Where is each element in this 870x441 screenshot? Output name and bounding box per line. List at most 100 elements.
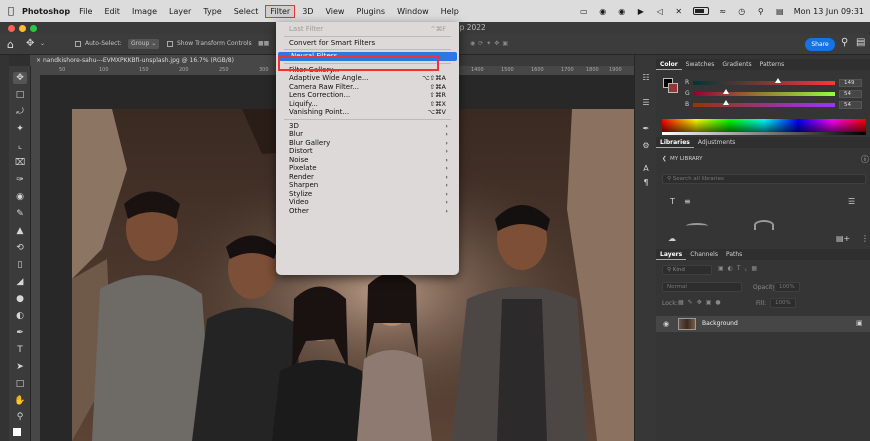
green-value-field[interactable]: 54 (839, 90, 862, 98)
brush-tool-icon[interactable]: ✎ (13, 208, 27, 220)
tab-color[interactable]: Color (656, 59, 682, 70)
auto-select-group-dropdown[interactable]: Group ⌄ (128, 39, 160, 49)
menu-file[interactable]: File (79, 7, 92, 16)
tab-channels[interactable]: Channels (686, 249, 722, 260)
menu-filter[interactable]: Filter (265, 4, 296, 18)
background-swatch[interactable] (668, 83, 678, 93)
apple-icon[interactable]:  (0, 6, 22, 17)
menu-layer[interactable]: Layer (169, 7, 191, 16)
lock-icon[interactable]: ▣ (856, 319, 863, 327)
tool-preset-chevron-icon[interactable]: ⌄ (40, 40, 45, 47)
blue-slider-knob[interactable] (722, 100, 729, 105)
bluetooth-icon[interactable]: ✕ (674, 6, 684, 16)
filter-menu-item-convert-for-smart-filters[interactable]: Convert for Smart Filters (276, 39, 459, 48)
layer-row-background[interactable]: ◉ Background ▣ (656, 316, 870, 332)
layer-name[interactable]: Background (702, 320, 738, 327)
library-view-icon[interactable]: ≡ (684, 197, 691, 206)
magic-wand-tool-icon[interactable]: ✦ (13, 123, 27, 135)
document-tab[interactable]: × nandkishore-sahu---EVMXPKKBfI-unsplash… (30, 55, 280, 66)
tab-swatches[interactable]: Swatches (682, 59, 719, 70)
blur-tool-icon[interactable]: ● (13, 293, 27, 305)
library-item-thumb[interactable] (686, 223, 708, 229)
tab-adjustments[interactable]: Adjustments (694, 137, 740, 148)
tab-patterns[interactable]: Patterns (756, 59, 789, 70)
record-icon[interactable]: ◉ (617, 6, 627, 16)
close-window-button[interactable] (8, 25, 15, 32)
foreground-color-swatch[interactable] (13, 428, 21, 436)
wifi-icon[interactable]: ≈ (718, 6, 728, 16)
filter-menu-item-last-filter[interactable]: Last Filter ^⌘F (276, 25, 459, 34)
search-icon[interactable]: ⚲ (841, 37, 848, 48)
move-tool-icon[interactable]: ✥ (26, 38, 34, 49)
filter-menu-item-vanishing-point[interactable]: Vanishing Point... ⌥⌘V (276, 108, 459, 117)
tab-layers[interactable]: Layers (656, 249, 687, 260)
frame-tool-icon[interactable]: ⌧ (13, 157, 27, 169)
clock-icon[interactable]: ◷ (737, 6, 747, 16)
library-item-thumb[interactable] (754, 220, 774, 230)
layer-kind-filter[interactable]: ⚲ Kind (662, 265, 712, 275)
battery-icon[interactable] (692, 7, 709, 15)
rectangle-tool-icon[interactable]: □ (13, 378, 27, 390)
show-transform-checkbox[interactable] (167, 41, 173, 47)
gradient-tool-icon[interactable]: ◢ (13, 276, 27, 288)
volume-icon[interactable]: ◁ (655, 6, 665, 16)
menu-help[interactable]: Help (441, 7, 459, 16)
path-selection-tool-icon[interactable]: ➤ (13, 361, 27, 373)
info-icon[interactable]: ⓘ (861, 154, 869, 165)
lasso-tool-icon[interactable]: ⤾ (13, 106, 27, 118)
add-library-icon[interactable]: ▤+ (836, 234, 850, 243)
clock-text[interactable]: Mon 13 Jun 09:31 (794, 7, 864, 16)
menu-plugins[interactable]: Plugins (356, 7, 385, 16)
brush-panel-icon[interactable]: ✒ (640, 123, 652, 135)
list-view-icon[interactable]: ☰ (848, 197, 855, 206)
filter-menu-item-other[interactable]: Other › (276, 207, 459, 216)
red-slider-knob[interactable] (775, 78, 782, 83)
clone-stamp-tool-icon[interactable]: ▲ (13, 225, 27, 237)
3d-mode-icons[interactable]: ◉⟳✦✥▣ (470, 40, 511, 47)
green-slider-knob[interactable] (722, 89, 729, 94)
play-icon[interactable]: ▶ (636, 6, 646, 16)
color-spectrum-ramp[interactable] (662, 119, 866, 132)
text-filter-icon[interactable]: T (670, 197, 675, 206)
search-icon[interactable]: ⚲ (756, 6, 766, 16)
grayscale-ramp[interactable] (662, 132, 866, 135)
workspace-icon[interactable]: ▤ (856, 37, 865, 48)
opacity-field[interactable]: 100% (774, 282, 800, 292)
history-panel-icon[interactable]: ☷ (640, 72, 652, 84)
menu-select[interactable]: Select (234, 7, 259, 16)
properties-panel-icon[interactable]: ☰ (640, 97, 652, 109)
blue-value-field[interactable]: 54 (839, 101, 862, 109)
fill-field[interactable]: 100% (770, 298, 796, 308)
menu-type[interactable]: Type (203, 7, 221, 16)
share-button[interactable]: Share (805, 38, 835, 51)
creative-cloud-icon[interactable]: ◉ (598, 6, 608, 16)
paragraph-panel-icon[interactable]: ¶ (640, 177, 652, 189)
red-slider[interactable] (693, 78, 835, 85)
menu-view[interactable]: View (325, 7, 344, 16)
blend-mode-dropdown[interactable]: Normal (662, 282, 742, 292)
tab-paths[interactable]: Paths (722, 249, 746, 260)
marquee-tool-icon[interactable]: □ (13, 89, 27, 101)
pen-tool-icon[interactable]: ✒ (13, 327, 27, 339)
menu-window[interactable]: Window (397, 7, 429, 16)
app-name-menu[interactable]: Photoshop (22, 7, 70, 16)
red-value-field[interactable]: 149 (839, 79, 862, 87)
character-panel-icon[interactable]: A (640, 163, 652, 175)
eraser-tool-icon[interactable]: ▯ (13, 259, 27, 271)
eye-icon[interactable]: ◉ (663, 320, 669, 328)
align-icons[interactable]: ■■ (258, 40, 269, 47)
back-chevron-icon[interactable]: ❮ (662, 156, 667, 162)
control-center-icon[interactable]: ▤ (775, 6, 785, 16)
menu-image[interactable]: Image (132, 7, 157, 16)
healing-brush-tool-icon[interactable]: ◉ (13, 191, 27, 203)
crop-tool-icon[interactable]: ⌞ (13, 140, 27, 152)
library-menu-icon[interactable]: ⋮ (861, 234, 869, 243)
library-search-field[interactable]: ⚲ Search all libraries (662, 174, 866, 184)
move-tool-icon[interactable]: ✥ (13, 72, 27, 84)
eyedropper-tool-icon[interactable]: ✑ (13, 174, 27, 186)
dodge-tool-icon[interactable]: ◐ (13, 310, 27, 322)
zoom-window-button[interactable] (30, 25, 37, 32)
adjustments-panel-icon[interactable]: ⚙ (640, 140, 652, 152)
tab-libraries[interactable]: Libraries (656, 137, 694, 148)
my-library-label[interactable]: MY LIBRARY (670, 156, 703, 162)
